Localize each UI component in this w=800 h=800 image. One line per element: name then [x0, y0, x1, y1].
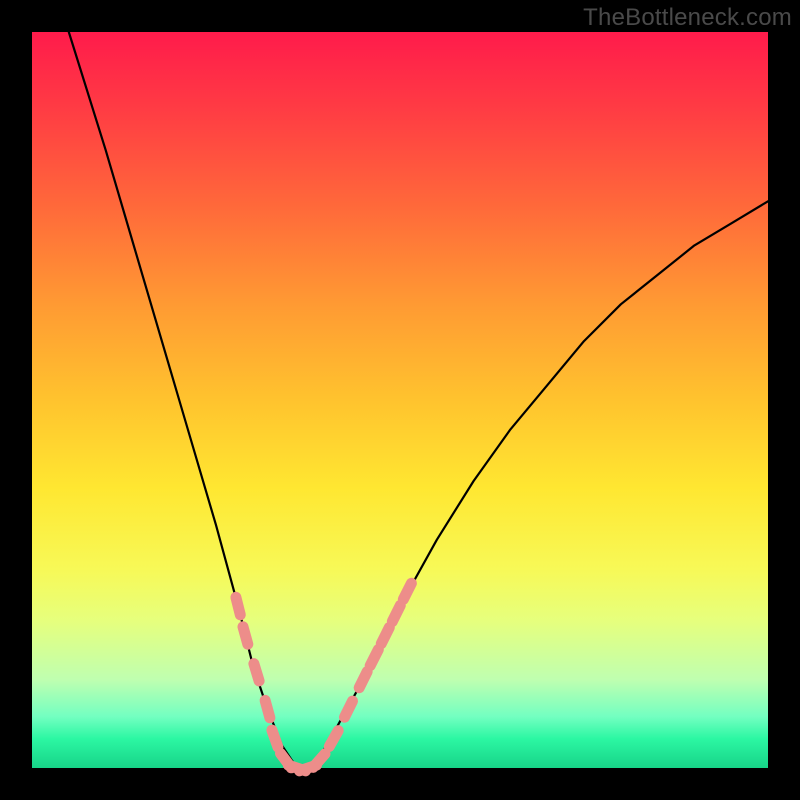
- highlight-marker: [243, 627, 248, 644]
- bottleneck-curve: [69, 32, 768, 768]
- curve-layer: [32, 32, 768, 768]
- chart-frame: TheBottleneck.com: [0, 0, 800, 800]
- highlight-marker: [313, 754, 325, 768]
- highlight-marker: [236, 597, 240, 615]
- plot-area: [32, 32, 768, 768]
- highlight-marker: [359, 672, 367, 688]
- highlight-marker: [345, 701, 353, 717]
- highlight-marker: [370, 650, 378, 666]
- highlight-marker: [403, 583, 411, 599]
- highlight-marker: [265, 700, 270, 717]
- highlight-marker: [254, 664, 259, 681]
- highlight-marker: [329, 731, 338, 747]
- watermark-text: TheBottleneck.com: [583, 4, 792, 32]
- highlight-markers: [236, 583, 412, 771]
- highlight-marker: [272, 730, 278, 747]
- highlight-marker: [392, 605, 400, 621]
- highlight-marker: [381, 628, 389, 644]
